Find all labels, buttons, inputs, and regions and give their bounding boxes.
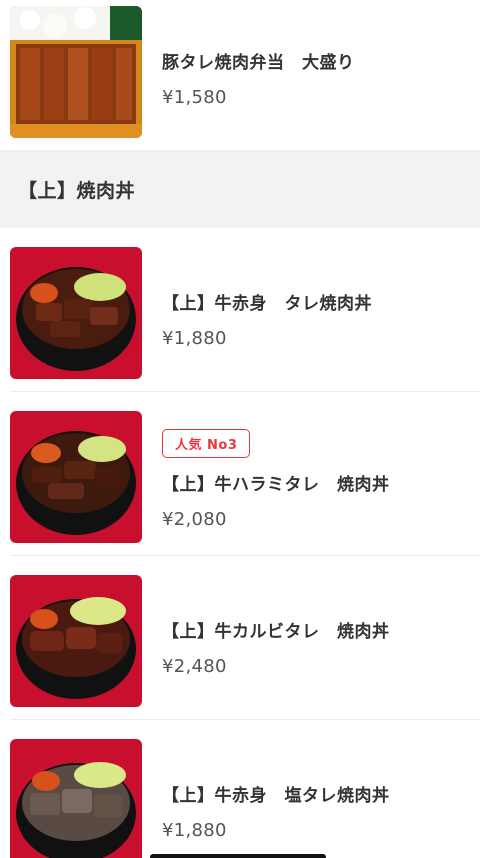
item-name: 【上】牛ハラミタレ 焼肉丼	[162, 475, 390, 495]
beef-bowl-photo-icon	[10, 247, 142, 379]
item-price: ¥2,080	[162, 509, 227, 530]
menu-item-beef-tare-bowl[interactable]: 【上】牛赤身 タレ焼肉丼 ¥1,880	[0, 228, 480, 392]
menu-item-kalbi-bowl[interactable]: 【上】牛カルビタレ 焼肉丼 ¥2,480	[0, 556, 480, 720]
salt-beef-bowl-photo-icon	[10, 739, 142, 858]
menu-item-pork-bento[interactable]: 豚タレ焼肉弁当 大盛り ¥1,580	[0, 0, 480, 150]
popularity-badge: 人気 No3	[162, 429, 251, 458]
pork-bento-photo-icon	[10, 6, 142, 138]
harami-bowl-photo-icon	[10, 411, 142, 543]
item-price: ¥2,480	[162, 656, 227, 677]
menu-item-salt-beef-bowl[interactable]: 【上】牛赤身 塩タレ焼肉丼 ¥1,880	[0, 720, 480, 858]
kalbi-bowl-photo-icon	[10, 575, 142, 707]
item-name: 【上】牛赤身 塩タレ焼肉丼	[162, 786, 390, 806]
item-name: 【上】牛赤身 タレ焼肉丼	[162, 294, 372, 314]
item-price: ¥1,580	[162, 87, 227, 108]
item-name: 豚タレ焼肉弁当 大盛り	[162, 53, 355, 73]
section-header: 【上】焼肉丼	[0, 150, 480, 228]
item-name: 【上】牛カルビタレ 焼肉丼	[162, 622, 390, 642]
item-price: ¥1,880	[162, 820, 227, 841]
menu-item-harami-bowl[interactable]: 人気 No3 【上】牛ハラミタレ 焼肉丼 ¥2,080	[0, 392, 480, 556]
home-indicator	[150, 854, 326, 858]
item-price: ¥1,880	[162, 328, 227, 349]
section-title: 【上】焼肉丼	[18, 179, 136, 202]
